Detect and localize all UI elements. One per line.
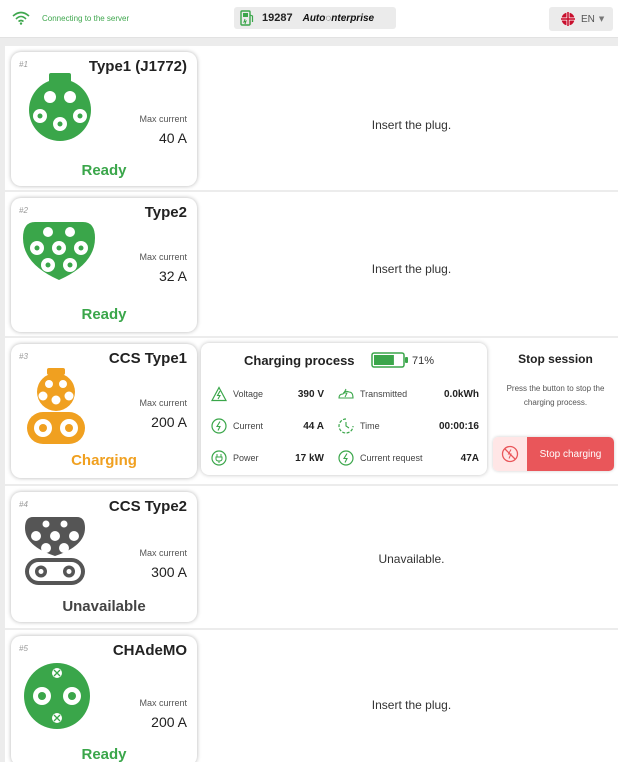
status-badge: Ready [81,306,127,323]
connector-title: CHAdeMO [112,642,187,659]
power-label: Power [233,453,259,463]
stop-charging-button[interactable]: Stop charging [493,437,614,471]
chademo-plug-icon [24,663,90,729]
top-bar: Connecting to the server 19287 Auto◌nter… [0,0,618,38]
transmitted-icon [338,388,354,399]
language-selector[interactable]: EN ▼ [549,7,613,31]
stop-charging-icon [493,437,527,471]
battery-fill [374,355,394,365]
connector-number: #5 [19,644,28,653]
connector-title: CCS Type2 [108,498,187,515]
max-current-label: Max current [139,398,187,408]
connector-number: #1 [19,60,28,69]
charging-station-icon [240,10,254,26]
max-current-label: Max current [139,698,187,708]
connector-row-3: #3 CCS Type1 Max current 200 A Charging … [5,338,618,484]
station-id: 19287 [262,12,293,24]
metric-current: Current [211,418,263,434]
status-badge: Ready [81,162,127,179]
current-value: 44 A [303,421,324,432]
connector-card-3[interactable]: #3 CCS Type1 Max current 200 A Charging [11,344,197,478]
connector-row-2: #2 Type2 Max current 32 A Ready Insert t… [5,192,618,336]
connection-status: Connecting to the server [12,11,129,25]
ccs-type2-plug-icon [25,517,85,585]
connector-card-5[interactable]: #5 CHAdeMO Max current 200 A Ready [11,636,197,762]
connector-title: CCS Type1 [108,350,187,367]
max-current-label: Max current [139,114,187,124]
max-current-value: 200 A [151,714,187,730]
connector-card-1[interactable]: #1 Type1 (J1772) Max current 40 A Ready [11,52,197,186]
connector-card-4[interactable]: #4 CCS Type2 Max current 300 A Unavailab… [11,492,197,622]
stop-session-description: Press the button to stop the charging pr… [506,384,605,407]
connector-message: Insert the plug. [371,698,452,712]
current-request-icon [338,450,354,466]
wifi-icon [12,11,30,25]
time-value: 00:00:16 [438,421,479,432]
time-label: Time [360,421,380,431]
transmitted-label: Transmitted [360,389,408,399]
max-current-value: 40 A [158,130,187,146]
brand-logo: Auto◌nterprise [302,12,375,24]
metric-voltage: Voltage [211,386,263,402]
stop-charging-label: Stop charging [527,437,614,471]
connector-message: Insert the plug. [371,262,452,276]
ccs-type1-plug-icon [27,368,85,444]
type1-plug-icon [29,73,91,141]
current-request-label: Current request [360,453,423,463]
language-label: EN [581,13,595,25]
charging-process-title: Charging process [244,353,355,368]
status-badge: Unavailable [62,598,146,615]
connector-message: Insert the plug. [371,118,452,132]
clock-icon [338,418,354,434]
connector-title: Type1 (J1772) [88,58,187,75]
metric-current-request: Current request [338,450,423,466]
voltage-label: Voltage [233,389,264,399]
power-plug-icon [211,450,227,466]
connector-message: Unavailable. [378,552,445,566]
type2-plug-icon [23,222,95,280]
connector-number: #2 [19,206,28,215]
charging-process-panel: Charging process 71% Voltage 390 V Trans… [201,343,487,475]
chevron-down-icon: ▼ [598,15,605,23]
connector-row-5: #5 CHAdeMO Max current 200 A Ready Inser… [5,630,618,762]
uk-flag-icon [561,12,575,26]
transmitted-value: 0.0kWh [443,389,479,400]
max-current-label: Max current [139,252,187,262]
status-badge: Ready [81,746,127,762]
connector-title: Type2 [144,204,187,221]
battery-percent: 71% [412,355,435,367]
connector-number: #3 [19,352,28,361]
stop-session-title: Stop session [518,352,593,366]
connector-row-4: #4 CCS Type2 Max current 300 A Unavailab… [5,486,618,628]
current-label: Current [233,421,264,431]
connector-row-1: #1 Type1 (J1772) Max current 40 A Ready … [5,46,618,190]
max-current-value: 32 A [158,268,187,284]
voltage-icon [211,386,227,402]
power-value: 17 kW [295,453,324,464]
metric-power: Power [211,450,259,466]
station-info: 19287 Auto◌nterprise [234,7,396,29]
max-current-label: Max current [139,548,187,558]
max-current-value: 200 A [151,414,187,430]
connector-number: #4 [19,500,28,509]
voltage-value: 390 V [297,389,324,400]
max-current-value: 300 A [151,564,187,580]
metric-transmitted: Transmitted [338,386,407,402]
status-badge: Charging [71,452,137,469]
metric-time: Time [338,418,380,434]
current-request-value: 47A [460,453,479,464]
connection-text: Connecting to the server [42,13,130,23]
battery-icon [371,352,408,368]
current-icon [211,418,227,434]
connector-card-2[interactable]: #2 Type2 Max current 32 A Ready [11,198,197,332]
